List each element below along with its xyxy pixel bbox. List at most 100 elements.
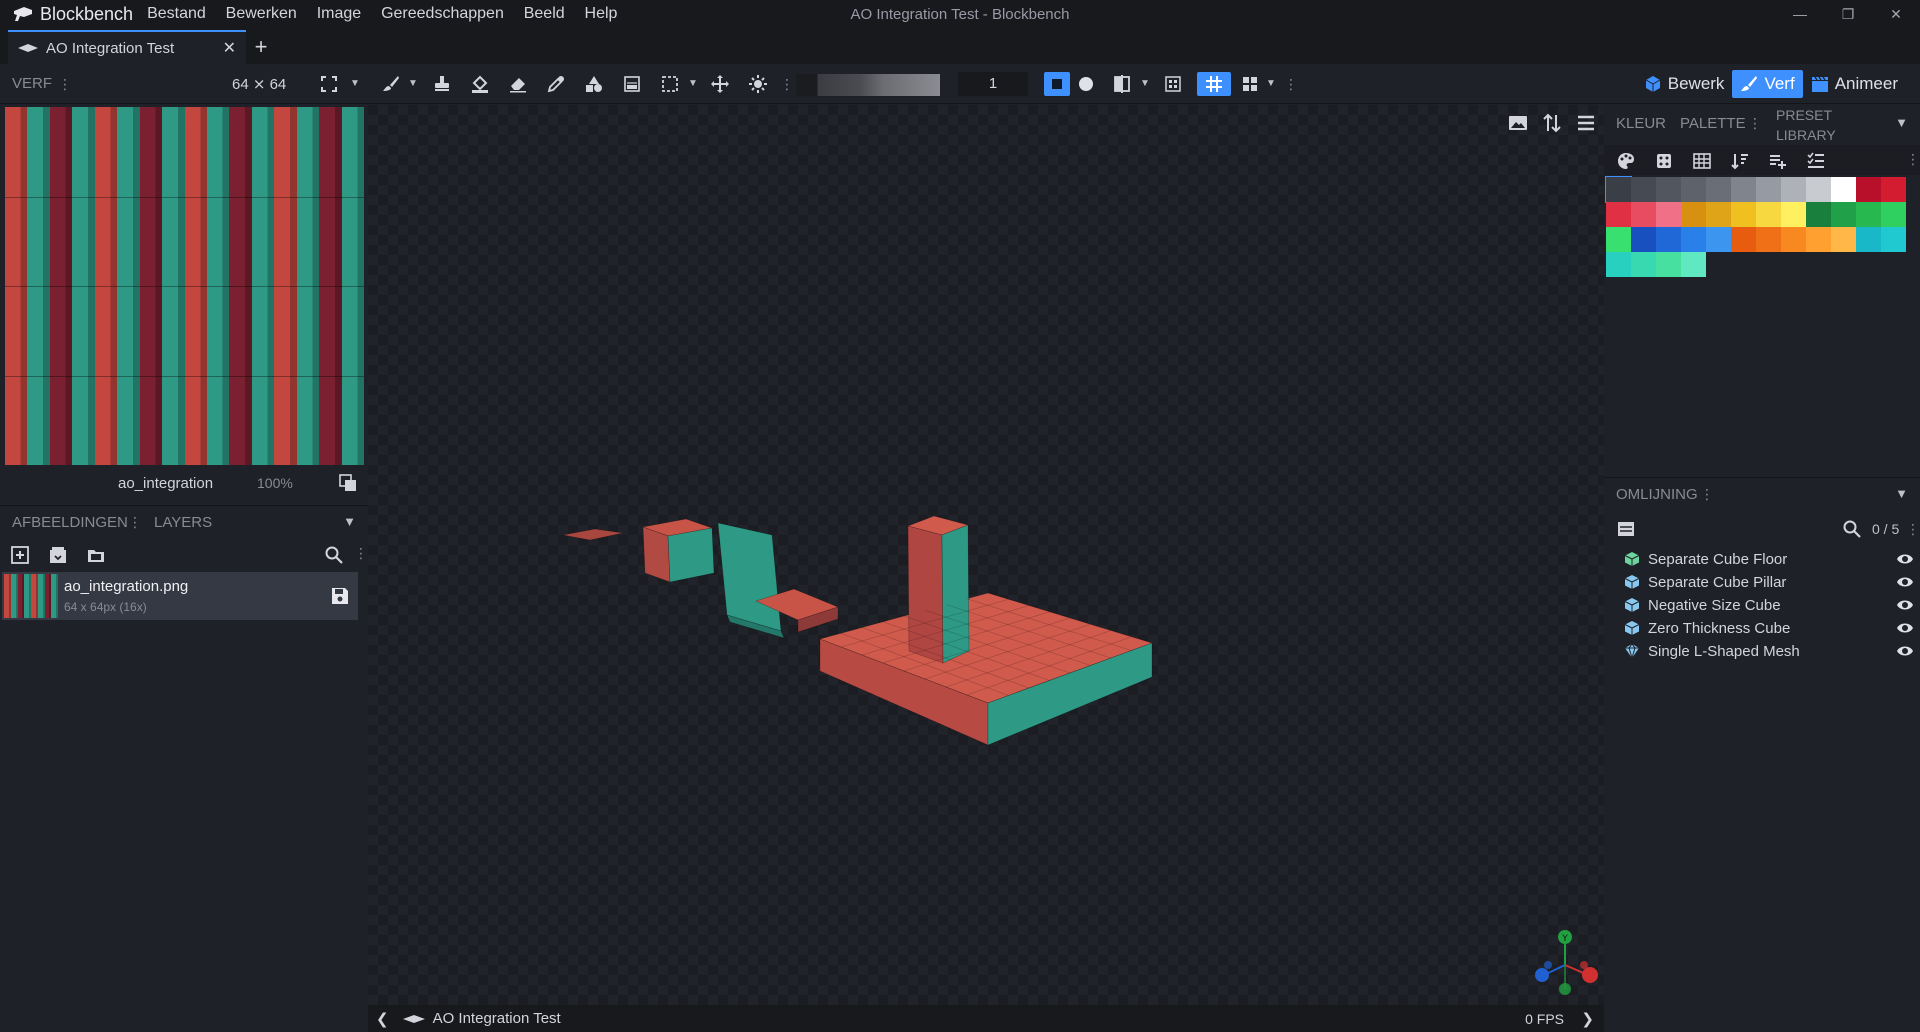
project-tab[interactable]: AO Integration Test ✕ — [8, 30, 246, 64]
palette-swatch[interactable] — [1706, 202, 1731, 227]
tab-layers[interactable]: LAYERS — [154, 514, 212, 531]
square-brush-shape-icon[interactable] — [1044, 72, 1070, 96]
mirror-painting-icon[interactable] — [1109, 72, 1135, 96]
uv-zoom-level[interactable]: 100% — [257, 475, 293, 491]
palette-swatch[interactable] — [1856, 227, 1881, 252]
move-tool-icon[interactable] — [707, 72, 733, 96]
round-brush-shape-icon[interactable] — [1073, 72, 1099, 96]
eye-icon[interactable] — [1896, 575, 1914, 589]
menu-gereedschappen[interactable]: Gereedschappen — [381, 5, 504, 22]
selection-chevron-icon[interactable]: ▼ — [688, 78, 698, 89]
brightness-tool-icon[interactable] — [745, 72, 771, 96]
save-icon[interactable] — [330, 586, 350, 606]
outliner-item[interactable]: Single L-Shaped Mesh — [1624, 638, 1914, 664]
pillar-left[interactable] — [907, 525, 944, 664]
palette-more-dots-icon[interactable]: ⋮ — [1906, 151, 1920, 168]
brush-chevron-icon[interactable]: ▼ — [408, 78, 418, 89]
eraser-tool-icon[interactable] — [505, 72, 531, 96]
palette-swatch[interactable] — [1731, 202, 1756, 227]
mode-edit-button[interactable]: Bewerk — [1636, 70, 1733, 98]
shape-tool-icon[interactable] — [581, 72, 607, 96]
palette-swatch[interactable] — [1706, 227, 1731, 252]
fill-tool-icon[interactable] — [467, 72, 493, 96]
close-tab-icon[interactable]: ✕ — [223, 38, 236, 58]
uv-editor-canvas[interactable] — [5, 107, 364, 465]
palette-swatch[interactable] — [1605, 176, 1632, 203]
palette-swatch[interactable] — [1656, 177, 1681, 202]
pillar-right[interactable] — [941, 524, 970, 664]
tab-preset-library[interactable]: PRESET LIBRARY — [1772, 105, 1864, 145]
palette-swatch[interactable] — [1681, 202, 1706, 227]
layout-chevron-icon[interactable]: ▼ — [1266, 78, 1276, 89]
mode-paint-button[interactable]: Verf — [1732, 70, 1803, 98]
texture-list-item[interactable]: ao_integration.png 64 x 64px (16x) — [2, 572, 358, 620]
chevron-down-icon[interactable]: ▼ — [350, 78, 360, 89]
toolbar-more-dots-icon[interactable]: ⋮ — [1284, 76, 1298, 93]
small-cube-left[interactable] — [642, 526, 671, 583]
palette-swatch[interactable] — [1756, 202, 1781, 227]
restore-icon[interactable]: ❐ — [1824, 0, 1872, 28]
color-collapse-chevron-icon[interactable]: ▼ — [1895, 115, 1908, 130]
mirror-chevron-icon[interactable]: ▼ — [1140, 78, 1150, 89]
brush-tool-icon[interactable] — [378, 72, 404, 96]
layout-view-icon[interactable] — [1237, 72, 1263, 96]
palette-icon[interactable] — [1616, 151, 1636, 171]
palette-swatch[interactable] — [1881, 227, 1906, 252]
palette-swatch[interactable] — [1781, 202, 1806, 227]
palette-swatch[interactable] — [1781, 227, 1806, 252]
toolbar-menu-dots-icon[interactable]: ⋮ — [58, 76, 72, 93]
tab-color[interactable]: KLEUR — [1616, 115, 1666, 132]
outliner-search-icon[interactable] — [1842, 519, 1862, 539]
palette-swatch[interactable] — [1831, 177, 1856, 202]
brush-opacity-slider[interactable] — [796, 74, 940, 96]
minimize-icon[interactable]: — — [1776, 0, 1824, 28]
open-folder-icon[interactable] — [86, 545, 106, 565]
color-picker-icon[interactable] — [543, 72, 569, 96]
palette-swatch[interactable] — [1756, 177, 1781, 202]
zero-thickness-plate[interactable] — [562, 528, 624, 541]
palette-swatch[interactable] — [1731, 227, 1756, 252]
collapse-chevron-icon[interactable]: ▼ — [343, 514, 356, 529]
menu-bewerken[interactable]: Bewerken — [226, 5, 297, 22]
add-color-icon[interactable] — [1768, 151, 1788, 171]
checklist-icon[interactable] — [1806, 151, 1826, 171]
gradient-tool-icon[interactable] — [619, 72, 645, 96]
palette-swatch[interactable] — [1856, 202, 1881, 227]
palette-swatch[interactable] — [1806, 227, 1831, 252]
palette-swatch[interactable] — [1606, 227, 1631, 252]
import-texture-icon[interactable] — [48, 545, 68, 565]
close-window-icon[interactable]: ✕ — [1872, 0, 1920, 28]
palette-swatch[interactable] — [1656, 252, 1681, 277]
palette-menu-dots-icon[interactable]: ⋮ — [1748, 115, 1762, 132]
palette-swatch[interactable] — [1631, 252, 1656, 277]
new-tab-button[interactable]: + — [246, 30, 276, 64]
palette-swatch[interactable] — [1881, 202, 1906, 227]
menu-bestand[interactable]: Bestand — [147, 5, 206, 22]
tab-images[interactable]: AFBEELDINGEN — [12, 514, 128, 531]
grid-toggle-icon[interactable] — [1197, 72, 1231, 96]
palette-swatch[interactable] — [1781, 177, 1806, 202]
palette-swatch[interactable] — [1656, 202, 1681, 227]
eye-icon[interactable] — [1896, 621, 1914, 635]
outliner-menu-dots-icon[interactable]: ⋮ — [1700, 486, 1714, 503]
brush-size-input[interactable]: 1 — [958, 72, 1028, 96]
stamp-tool-icon[interactable] — [429, 72, 455, 96]
palette-swatch[interactable] — [1756, 227, 1781, 252]
pixel-grid-toggle-icon[interactable] — [1160, 72, 1186, 96]
chevron-left-icon[interactable]: ❮ — [376, 1010, 389, 1028]
palette-swatch[interactable] — [1731, 177, 1756, 202]
palette-swatch[interactable] — [1681, 177, 1706, 202]
add-texture-icon[interactable] — [10, 545, 30, 565]
palette-swatch[interactable] — [1606, 252, 1631, 277]
add-group-icon[interactable] — [1616, 519, 1636, 539]
eye-icon[interactable] — [1896, 552, 1914, 566]
menu-image[interactable]: Image — [317, 5, 361, 22]
tab-palette[interactable]: PALETTE — [1680, 115, 1746, 132]
palette-swatch[interactable] — [1631, 227, 1656, 252]
palette-grid-icon[interactable] — [1692, 151, 1712, 171]
palette-swatch[interactable] — [1856, 177, 1881, 202]
eye-icon[interactable] — [1896, 644, 1914, 658]
selection-tool-icon[interactable] — [657, 72, 683, 96]
3d-scene[interactable] — [368, 105, 1604, 1005]
uv-texture-name[interactable]: ao_integration — [118, 475, 213, 492]
